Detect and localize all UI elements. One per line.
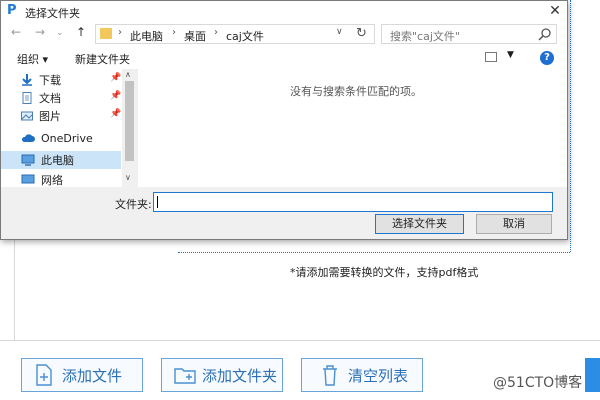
toolbar-divider xyxy=(0,340,600,341)
scrollbar-thumb[interactable] xyxy=(125,81,134,161)
dialog-title: 选择文件夹 xyxy=(25,7,80,20)
chevron-down-icon[interactable]: ∨ xyxy=(336,27,343,37)
navigation-bar: ← → ⌄ ↑ › 此电脑 › 桌面 › caj文件 ∨ ↻ 搜索"caj文件" xyxy=(1,21,567,47)
add-folder-button[interactable]: 添加文件夹 xyxy=(161,358,283,392)
sidebar-item-this-pc[interactable]: 此电脑 xyxy=(1,151,121,169)
address-bar[interactable]: › 此电脑 › 桌面 › caj文件 ∨ ↻ xyxy=(95,24,375,44)
sidebar-item-label: OneDrive xyxy=(41,131,93,145)
computer-icon xyxy=(21,154,35,166)
dialog-footer: 文件夹: 选择文件夹 取消 xyxy=(1,187,567,239)
trash-icon xyxy=(320,364,340,386)
sidebar-item-onedrive[interactable]: OneDrive xyxy=(21,129,121,147)
help-icon[interactable]: ? xyxy=(540,51,554,65)
add-folder-icon xyxy=(174,364,196,386)
network-icon xyxy=(21,174,35,184)
pin-icon: 📌 xyxy=(110,109,122,119)
add-file-icon xyxy=(34,364,54,386)
back-arrow-icon[interactable]: ← xyxy=(11,25,21,39)
dialog-titlebar: P 选择文件夹 ✕ xyxy=(1,1,567,21)
close-icon[interactable]: ✕ xyxy=(545,2,565,20)
pin-icon: 📌 xyxy=(110,91,122,101)
chevron-right-icon: › xyxy=(118,27,122,38)
breadcrumb-desktop[interactable]: 桌面 xyxy=(184,28,206,44)
scroll-up-icon[interactable]: ∧ xyxy=(125,70,131,79)
watermark: @51CTO博客 xyxy=(493,375,583,391)
recent-dropdown-icon[interactable]: ⌄ xyxy=(56,28,64,38)
up-arrow-icon[interactable]: ↑ xyxy=(76,25,86,39)
sidebar-item-label: 此电脑 xyxy=(41,154,74,167)
sidebar-item-network[interactable]: 网络 xyxy=(21,173,121,187)
new-folder-button[interactable]: 新建文件夹 xyxy=(75,51,130,67)
dashed-drop-border-bottom xyxy=(178,252,570,253)
search-input[interactable]: 搜索"caj文件" xyxy=(381,24,557,44)
folder-icon xyxy=(100,28,112,39)
sidebar-item-label: 文档 xyxy=(39,92,61,105)
search-icon[interactable] xyxy=(538,27,552,41)
sidebar-item-label: 网络 xyxy=(41,174,63,187)
scroll-down-icon[interactable]: ∨ xyxy=(125,173,131,182)
organize-menu[interactable]: 组织 ▾ xyxy=(17,51,48,67)
add-file-button[interactable]: 添加文件 xyxy=(21,358,143,392)
sidebar-scrollbar[interactable]: ∧ ∨ xyxy=(122,69,137,187)
cancel-button[interactable]: 取消 xyxy=(476,214,552,234)
panel-divider xyxy=(14,240,15,340)
text-caret xyxy=(157,196,158,208)
sidebar-item-label: 图片 xyxy=(39,110,61,123)
folder-name-label: 文件夹: xyxy=(115,198,152,211)
command-bar: 组织 ▾ 新建文件夹 ▼ ? xyxy=(1,47,567,70)
chevron-right-icon: › xyxy=(172,27,176,38)
pin-icon: 📌 xyxy=(110,73,122,83)
document-icon xyxy=(22,92,32,104)
picture-icon xyxy=(21,111,33,121)
search-placeholder: 搜索"caj文件" xyxy=(390,30,460,43)
add-file-label: 添加文件 xyxy=(62,366,123,385)
sidebar-item-label: 下载 xyxy=(39,74,61,87)
add-folder-label: 添加文件夹 xyxy=(202,366,278,385)
select-folder-button[interactable]: 选择文件夹 xyxy=(375,214,464,234)
chevron-right-icon: › xyxy=(214,27,218,38)
sidebar-item-documents[interactable]: 文档 xyxy=(21,89,121,107)
chevron-down-icon[interactable]: ▼ xyxy=(507,50,514,60)
side-action-tab[interactable] xyxy=(585,358,600,392)
breadcrumb-caj-folder[interactable]: caj文件 xyxy=(226,28,264,44)
forward-arrow-icon[interactable]: → xyxy=(35,25,45,39)
view-options-icon[interactable] xyxy=(485,52,497,62)
sidebar-item-pictures[interactable]: 图片 xyxy=(21,107,121,125)
refresh-icon[interactable]: ↻ xyxy=(356,26,367,41)
clear-list-button[interactable]: 清空列表 xyxy=(301,358,423,392)
select-folder-dialog: P 选择文件夹 ✕ ← → ⌄ ↑ › 此电脑 › 桌面 › caj文件 ∨ ↻… xyxy=(0,0,568,240)
app-logo-icon: P xyxy=(7,3,17,18)
folder-name-input[interactable] xyxy=(153,192,553,212)
download-icon xyxy=(22,74,32,86)
navigation-pane: 下载 📌 文档 📌 图片 📌 OneDrive 此电脑 网络 ∧ ∨ xyxy=(1,69,137,187)
dashed-drop-border-right xyxy=(570,0,571,252)
file-list-pane[interactable]: 没有与搜索条件匹配的项。 xyxy=(138,69,567,187)
clear-list-label: 清空列表 xyxy=(348,366,409,385)
breadcrumb-this-pc[interactable]: 此电脑 xyxy=(130,28,163,44)
cloud-icon xyxy=(21,134,35,142)
sidebar-item-downloads[interactable]: 下载 xyxy=(21,71,121,89)
empty-results-message: 没有与搜索条件匹配的项。 xyxy=(290,85,422,98)
supported-format-hint: *请添加需要转换的文件，支持pdf格式 xyxy=(290,266,479,279)
